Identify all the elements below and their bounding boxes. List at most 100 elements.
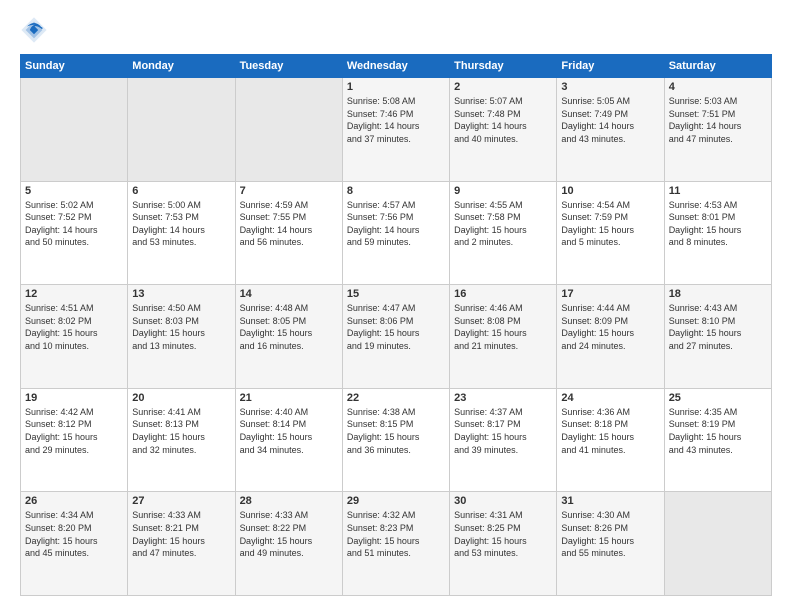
day-number: 27 bbox=[132, 495, 230, 507]
day-number: 21 bbox=[240, 392, 338, 404]
calendar-cell: 4Sunrise: 5:03 AMSunset: 7:51 PMDaylight… bbox=[664, 78, 771, 182]
day-info: Sunrise: 4:32 AMSunset: 8:23 PMDaylight:… bbox=[347, 509, 445, 559]
weekday-header-saturday: Saturday bbox=[664, 55, 771, 78]
logo-icon bbox=[20, 16, 48, 44]
week-row-1: 5 Sunrise: 5:02 AMSunset: 7:52 PMDaylight… bbox=[21, 181, 772, 285]
day-info: Sunrise: 4:44 AMSunset: 8:09 PMDaylight:… bbox=[561, 302, 659, 352]
logo bbox=[20, 16, 52, 44]
day-number: 30 bbox=[454, 495, 552, 507]
day-info: Sunrise: 4:35 AMSunset: 8:19 PMDaylight:… bbox=[669, 406, 767, 456]
calendar-cell: 31 Sunrise: 4:30 AMSunset: 8:26 PMDayligh… bbox=[557, 492, 664, 596]
weekday-header-monday: Monday bbox=[128, 55, 235, 78]
calendar-cell: 29 Sunrise: 4:32 AMSunset: 8:23 PMDayligh… bbox=[342, 492, 449, 596]
day-number: 31 bbox=[561, 495, 659, 507]
day-number: 29 bbox=[347, 495, 445, 507]
calendar-cell: 15 Sunrise: 4:47 AMSunset: 8:06 PMDayligh… bbox=[342, 285, 449, 389]
calendar-cell: 18 Sunrise: 4:43 AMSunset: 8:10 PMDayligh… bbox=[664, 285, 771, 389]
calendar-cell: 6 Sunrise: 5:00 AMSunset: 7:53 PMDaylight… bbox=[128, 181, 235, 285]
day-info: Sunrise: 4:54 AMSunset: 7:59 PMDaylight:… bbox=[561, 199, 659, 249]
calendar-cell: 25 Sunrise: 4:35 AMSunset: 8:19 PMDayligh… bbox=[664, 388, 771, 492]
calendar-cell: 28Sunrise: 4:33 AMSunset: 8:22 PMDayligh… bbox=[235, 492, 342, 596]
day-info: Sunrise: 4:48 AMSunset: 8:05 PMDaylight:… bbox=[240, 302, 338, 352]
weekday-header-tuesday: Tuesday bbox=[235, 55, 342, 78]
day-info: Sunrise: 4:53 AMSunset: 8:01 PMDaylight:… bbox=[669, 199, 767, 249]
header bbox=[20, 16, 772, 44]
weekday-header-row: SundayMondayTuesdayWednesdayThursdayFrid… bbox=[21, 55, 772, 78]
day-number: 6 bbox=[132, 185, 230, 197]
calendar-cell: 10 Sunrise: 4:54 AMSunset: 7:59 PMDayligh… bbox=[557, 181, 664, 285]
calendar-cell: 20Sunrise: 4:41 AMSunset: 8:13 PMDayligh… bbox=[128, 388, 235, 492]
day-number: 25 bbox=[669, 392, 767, 404]
day-info: Sunrise: 4:33 AMSunset: 8:21 PMDaylight:… bbox=[132, 509, 230, 559]
day-info: Sunrise: 4:55 AMSunset: 7:58 PMDaylight:… bbox=[454, 199, 552, 249]
page: SundayMondayTuesdayWednesdayThursdayFrid… bbox=[0, 0, 792, 612]
day-info: Sunrise: 4:36 AMSunset: 8:18 PMDaylight:… bbox=[561, 406, 659, 456]
day-info: Sunrise: 4:31 AMSunset: 8:25 PMDaylight:… bbox=[454, 509, 552, 559]
calendar-cell bbox=[664, 492, 771, 596]
day-info: Sunrise: 4:47 AMSunset: 8:06 PMDaylight:… bbox=[347, 302, 445, 352]
day-number: 5 bbox=[25, 185, 123, 197]
day-info: Sunrise: 4:46 AMSunset: 8:08 PMDaylight:… bbox=[454, 302, 552, 352]
day-number: 8 bbox=[347, 185, 445, 197]
calendar-cell: 17 Sunrise: 4:44 AMSunset: 8:09 PMDayligh… bbox=[557, 285, 664, 389]
day-number: 2 bbox=[454, 81, 552, 93]
calendar-cell bbox=[128, 78, 235, 182]
calendar-cell: 16Sunrise: 4:46 AMSunset: 8:08 PMDayligh… bbox=[450, 285, 557, 389]
day-info: Sunrise: 5:07 AMSunset: 7:48 PMDaylight:… bbox=[454, 95, 552, 145]
day-number: 7 bbox=[240, 185, 338, 197]
day-number: 28 bbox=[240, 495, 338, 507]
day-info: Sunrise: 4:42 AMSunset: 8:12 PMDaylight:… bbox=[25, 406, 123, 456]
day-info: Sunrise: 5:02 AMSunset: 7:52 PMDaylight:… bbox=[25, 199, 123, 249]
weekday-header-thursday: Thursday bbox=[450, 55, 557, 78]
calendar-cell: 11 Sunrise: 4:53 AMSunset: 8:01 PMDayligh… bbox=[664, 181, 771, 285]
calendar-cell: 21 Sunrise: 4:40 AMSunset: 8:14 PMDayligh… bbox=[235, 388, 342, 492]
weekday-header-wednesday: Wednesday bbox=[342, 55, 449, 78]
calendar-cell: 3 Sunrise: 5:05 AMSunset: 7:49 PMDaylight… bbox=[557, 78, 664, 182]
day-number: 13 bbox=[132, 288, 230, 300]
calendar-cell: 12Sunrise: 4:51 AMSunset: 8:02 PMDayligh… bbox=[21, 285, 128, 389]
day-number: 10 bbox=[561, 185, 659, 197]
day-info: Sunrise: 4:57 AMSunset: 7:56 PMDaylight:… bbox=[347, 199, 445, 249]
day-info: Sunrise: 4:50 AMSunset: 8:03 PMDaylight:… bbox=[132, 302, 230, 352]
day-info: Sunrise: 4:34 AMSunset: 8:20 PMDaylight:… bbox=[25, 509, 123, 559]
day-number: 26 bbox=[25, 495, 123, 507]
day-info: Sunrise: 5:05 AMSunset: 7:49 PMDaylight:… bbox=[561, 95, 659, 145]
calendar-cell: 19Sunrise: 4:42 AMSunset: 8:12 PMDayligh… bbox=[21, 388, 128, 492]
week-row-4: 26 Sunrise: 4:34 AMSunset: 8:20 PMDayligh… bbox=[21, 492, 772, 596]
day-number: 3 bbox=[561, 81, 659, 93]
day-info: Sunrise: 5:08 AMSunset: 7:46 PMDaylight:… bbox=[347, 95, 445, 145]
calendar-cell: 2 Sunrise: 5:07 AMSunset: 7:48 PMDaylight… bbox=[450, 78, 557, 182]
calendar-cell: 22Sunrise: 4:38 AMSunset: 8:15 PMDayligh… bbox=[342, 388, 449, 492]
day-number: 1 bbox=[347, 81, 445, 93]
calendar-cell: 1 Sunrise: 5:08 AMSunset: 7:46 PMDaylight… bbox=[342, 78, 449, 182]
calendar-cell: 7Sunrise: 4:59 AMSunset: 7:55 PMDaylight… bbox=[235, 181, 342, 285]
calendar-cell: 8 Sunrise: 4:57 AMSunset: 7:56 PMDaylight… bbox=[342, 181, 449, 285]
day-number: 11 bbox=[669, 185, 767, 197]
weekday-header-friday: Friday bbox=[557, 55, 664, 78]
day-info: Sunrise: 4:51 AMSunset: 8:02 PMDaylight:… bbox=[25, 302, 123, 352]
day-info: Sunrise: 4:38 AMSunset: 8:15 PMDaylight:… bbox=[347, 406, 445, 456]
day-info: Sunrise: 4:43 AMSunset: 8:10 PMDaylight:… bbox=[669, 302, 767, 352]
day-number: 17 bbox=[561, 288, 659, 300]
day-number: 9 bbox=[454, 185, 552, 197]
day-info: Sunrise: 4:37 AMSunset: 8:17 PMDaylight:… bbox=[454, 406, 552, 456]
calendar-cell: 14 Sunrise: 4:48 AMSunset: 8:05 PMDayligh… bbox=[235, 285, 342, 389]
week-row-2: 12Sunrise: 4:51 AMSunset: 8:02 PMDayligh… bbox=[21, 285, 772, 389]
calendar-cell: 27 Sunrise: 4:33 AMSunset: 8:21 PMDayligh… bbox=[128, 492, 235, 596]
calendar: SundayMondayTuesdayWednesdayThursdayFrid… bbox=[20, 54, 772, 596]
calendar-cell: 30 Sunrise: 4:31 AMSunset: 8:25 PMDayligh… bbox=[450, 492, 557, 596]
day-number: 18 bbox=[669, 288, 767, 300]
day-info: Sunrise: 5:00 AMSunset: 7:53 PMDaylight:… bbox=[132, 199, 230, 249]
day-number: 15 bbox=[347, 288, 445, 300]
calendar-cell: 9 Sunrise: 4:55 AMSunset: 7:58 PMDaylight… bbox=[450, 181, 557, 285]
calendar-cell bbox=[235, 78, 342, 182]
calendar-cell: 13 Sunrise: 4:50 AMSunset: 8:03 PMDayligh… bbox=[128, 285, 235, 389]
day-number: 20 bbox=[132, 392, 230, 404]
weekday-header-sunday: Sunday bbox=[21, 55, 128, 78]
day-number: 14 bbox=[240, 288, 338, 300]
calendar-cell: 26 Sunrise: 4:34 AMSunset: 8:20 PMDayligh… bbox=[21, 492, 128, 596]
calendar-cell: 5 Sunrise: 5:02 AMSunset: 7:52 PMDaylight… bbox=[21, 181, 128, 285]
day-info: Sunrise: 4:40 AMSunset: 8:14 PMDaylight:… bbox=[240, 406, 338, 456]
calendar-cell bbox=[21, 78, 128, 182]
day-info: Sunrise: 4:30 AMSunset: 8:26 PMDaylight:… bbox=[561, 509, 659, 559]
